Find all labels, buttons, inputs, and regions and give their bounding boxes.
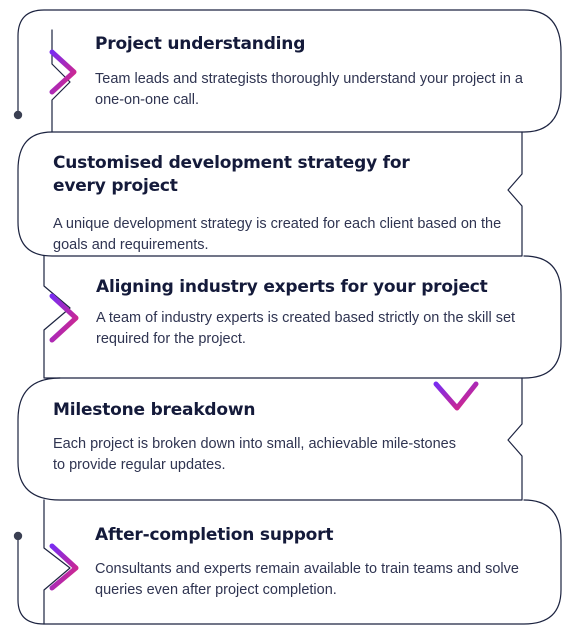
step-card-1: Project understanding Team leads and str…: [95, 33, 535, 111]
step-description: Team leads and strategists thoroughly un…: [95, 71, 523, 108]
connector-dot-top: [13, 110, 23, 120]
step-title: Milestone breakdown: [53, 400, 256, 420]
chevron-right-icon-5: [49, 543, 79, 591]
chevron-right-icon-1: [49, 49, 77, 95]
step-description: Each project is broken down into small, …: [53, 436, 456, 473]
connector-line-bottom: [17, 535, 45, 625]
step-title: Customised development strategy for ever…: [53, 153, 410, 196]
step-card-2: Customised development strategy for ever…: [53, 152, 503, 256]
step-title: Project understanding: [95, 34, 306, 54]
step-description: Consultants and experts remain available…: [95, 561, 519, 598]
step-card-5: After-completion support Consultants and…: [95, 524, 525, 601]
step-description: A unique development strategy is created…: [53, 216, 502, 253]
step-card-4: Milestone breakdown Each project is brok…: [53, 399, 463, 476]
step-title: After-completion support: [95, 525, 334, 545]
connector-dot-bottom: [13, 531, 23, 541]
step-description: A team of industry experts is created ba…: [96, 310, 516, 347]
step-card-3: Aligning industry experts for your proje…: [96, 276, 536, 350]
step-title: Aligning industry experts for your proje…: [96, 277, 488, 297]
